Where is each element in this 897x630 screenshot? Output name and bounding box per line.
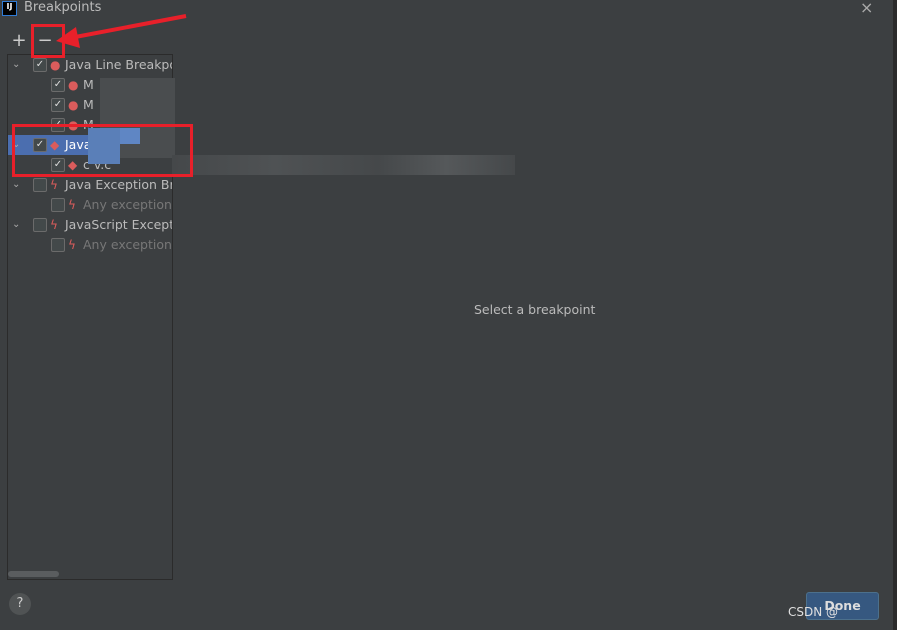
annotation-arrow [56,14,187,48]
tree-row[interactable]: ⌄ ϟ Java Exception Bre [8,175,172,195]
chevron-down-icon[interactable]: ⌄ [12,175,20,195]
breakpoint-verified-icon: ● [68,98,79,112]
enable-checkbox[interactable]: ✓ [51,98,65,112]
close-button[interactable]: × [860,0,873,17]
tree-row[interactable]: ⌄ ✓ ● Java Line Breakpo [8,55,172,75]
enable-checkbox[interactable] [51,238,65,252]
tree-row-label: M [83,97,94,112]
watermark: CSDN @ [788,605,839,619]
help-button[interactable]: ? [9,593,31,615]
tree-row[interactable]: ⌄ ϟ JavaScript Exceptio [8,215,172,235]
tree-row-label: Any exception [83,237,172,252]
empty-state-text: Select a breakpoint [474,302,596,317]
enable-checkbox[interactable] [33,178,47,192]
enable-checkbox[interactable]: ✓ [33,58,47,72]
tree-row-label: Any exception [83,197,172,212]
chevron-down-icon[interactable]: ⌄ [12,55,20,75]
enable-checkbox[interactable] [51,198,65,212]
exception-breakpoint-icon: ϟ [68,198,76,212]
blurred-region [172,155,515,175]
exception-breakpoint-icon: ϟ [68,238,76,252]
tree-row-label: Java Exception Bre [65,177,173,192]
breakpoint-verified-icon: ● [68,78,79,92]
tree-row[interactable]: ϟ Any exception [8,195,172,215]
enable-checkbox[interactable]: ✓ [51,78,65,92]
tree-row-label: JavaScript Exceptio [65,217,173,232]
tree-row-label: Java Line Breakpo [65,57,173,72]
window-edge [893,0,897,630]
chevron-down-icon[interactable]: ⌄ [12,215,20,235]
annotation-box-selection [12,124,193,177]
horizontal-scrollbar[interactable] [8,571,59,577]
tree-row[interactable]: ϟ Any exception [8,235,172,255]
exception-breakpoint-icon: ϟ [50,218,58,232]
app-logo: IJ [2,1,17,16]
enable-checkbox[interactable] [33,218,47,232]
exception-breakpoint-icon: ϟ [50,178,58,192]
add-breakpoint-button[interactable]: + [10,30,28,51]
line-breakpoint-icon: ● [50,58,61,72]
tree-row-label: M [83,77,94,92]
